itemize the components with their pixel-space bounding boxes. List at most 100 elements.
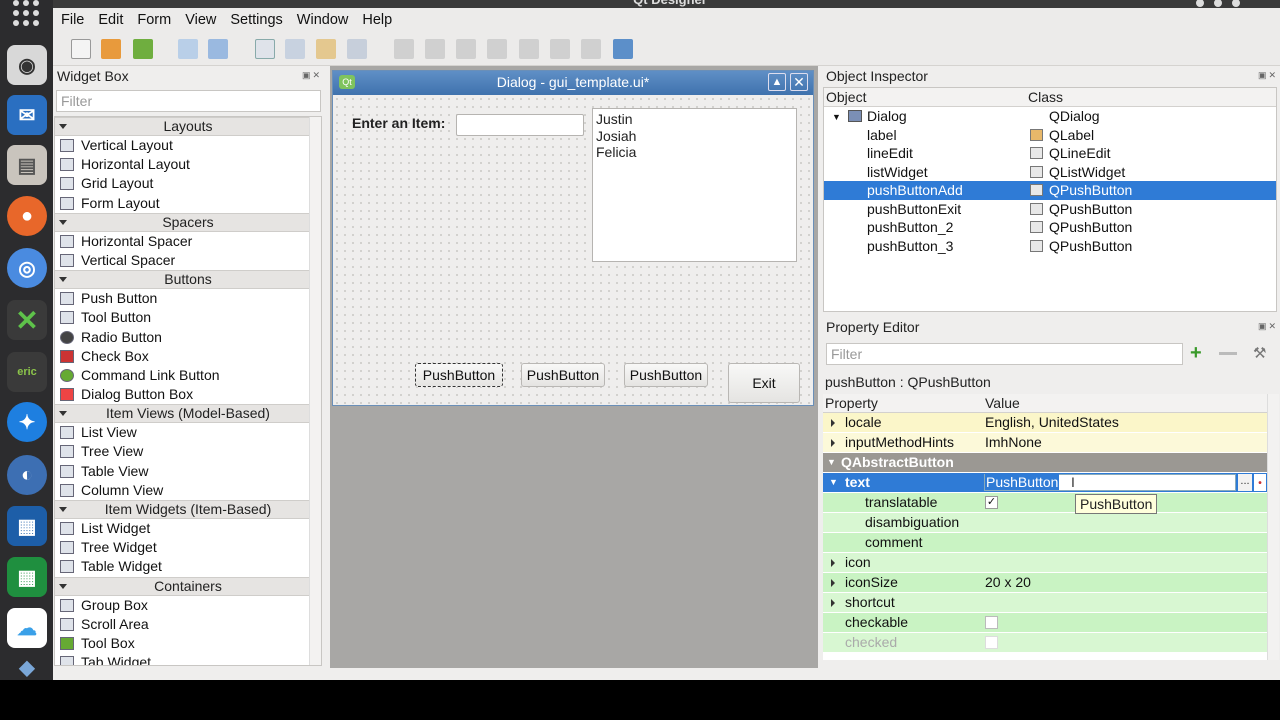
icloud-icon[interactable]: ☁ xyxy=(7,608,47,648)
object-inspector-float-close-icons[interactable]: ▣✕ xyxy=(1258,70,1278,81)
list-item[interactable]: List Widget xyxy=(55,519,321,538)
push-button-3[interactable]: PushButton xyxy=(624,363,708,387)
remove-property-icon[interactable] xyxy=(1219,352,1237,355)
send-to-back-icon[interactable] xyxy=(178,39,198,59)
layout-vertical-icon[interactable] xyxy=(425,39,445,59)
menu-view[interactable]: View xyxy=(185,12,216,28)
writer-icon[interactable]: ▦ xyxy=(7,506,47,546)
reset-icon[interactable]: • xyxy=(1254,474,1266,491)
property-scrollbar[interactable] xyxy=(1267,394,1279,660)
save-icon[interactable] xyxy=(133,39,153,59)
configure-icon[interactable]: ⚒ xyxy=(1253,344,1266,362)
tree-row[interactable]: listWidget QListWidget xyxy=(824,163,1276,182)
list-item[interactable]: Group Box xyxy=(55,596,321,615)
list-item[interactable]: Tool Box xyxy=(55,634,321,653)
tree-row[interactable]: pushButton_2 QPushButton xyxy=(824,218,1276,237)
list-item[interactable]: List View xyxy=(55,423,321,442)
mail-icon[interactable]: ✉ xyxy=(7,95,47,135)
property-row[interactable]: checked xyxy=(823,633,1267,653)
category-spacers[interactable]: Spacers xyxy=(55,212,321,232)
list-item[interactable]: Felicia xyxy=(596,144,793,161)
list-item[interactable]: Tree View xyxy=(55,442,321,461)
layout-form-icon[interactable] xyxy=(550,39,570,59)
object-inspector-tree[interactable]: Object Class ▼ Dialog QDialog label QLabel … xyxy=(823,87,1277,312)
edit-widgets-icon[interactable] xyxy=(255,39,275,59)
property-row[interactable]: checkable xyxy=(823,613,1267,633)
files-icon[interactable]: ▤ xyxy=(7,145,47,185)
break-layout-icon[interactable] xyxy=(581,39,601,59)
property-table[interactable]: Property Value locale English, UnitedStat… xyxy=(823,394,1267,660)
tree-row[interactable]: lineEdit QLineEdit xyxy=(824,144,1276,163)
property-editor-float-close-icons[interactable]: ▣✕ xyxy=(1258,321,1278,332)
list-item[interactable]: Table View xyxy=(55,462,321,481)
category-item-views[interactable]: Item Views (Model-Based) xyxy=(55,404,321,424)
bring-to-front-icon[interactable] xyxy=(208,39,228,59)
widget-box-float-close-icons[interactable]: ▣✕ xyxy=(302,70,322,81)
layout-v-splitter-icon[interactable] xyxy=(487,39,507,59)
property-row-selected[interactable]: ▼ text PushButton I ... • xyxy=(823,473,1267,493)
checked-checkbox[interactable] xyxy=(985,636,998,649)
screenshot-icon[interactable]: ◉ xyxy=(7,45,47,85)
menu-file[interactable]: File xyxy=(61,12,84,28)
maximize-icon[interactable]: ▲ xyxy=(768,73,786,91)
network-icon[interactable] xyxy=(1196,0,1204,7)
calc-icon[interactable]: ▦ xyxy=(7,557,47,597)
app-grid-icon[interactable] xyxy=(13,0,41,26)
crossover-icon[interactable]: ✕ xyxy=(7,300,47,340)
list-item[interactable]: Radio Button xyxy=(55,328,321,347)
layout-h-splitter-icon[interactable] xyxy=(456,39,476,59)
ellipsis-button[interactable]: ... xyxy=(1238,474,1252,491)
property-group-header[interactable]: ▼ QAbstractButton xyxy=(823,453,1267,473)
menu-help[interactable]: Help xyxy=(362,12,392,28)
exit-button[interactable]: Exit xyxy=(728,363,800,403)
col-property[interactable]: Property xyxy=(825,394,878,412)
stack-icon[interactable]: ◆ xyxy=(7,655,47,679)
list-item[interactable]: Table Widget xyxy=(55,557,321,576)
add-property-icon[interactable]: + xyxy=(1190,342,1202,365)
list-item[interactable]: Check Box xyxy=(55,347,321,366)
edit-signals-slots-icon[interactable] xyxy=(285,39,305,59)
property-row[interactable]: locale English, UnitedStates xyxy=(823,413,1267,433)
widget-box-scrollbar[interactable] xyxy=(309,117,321,665)
list-item[interactable]: Form Layout xyxy=(55,194,321,213)
system-tray[interactable] xyxy=(1186,0,1266,7)
list-item[interactable]: Tree Widget xyxy=(55,538,321,557)
eric-icon[interactable]: eric xyxy=(7,352,47,392)
power-icon[interactable] xyxy=(1232,0,1240,7)
property-row[interactable]: comment xyxy=(823,533,1267,553)
col-class[interactable]: Class xyxy=(1028,88,1063,106)
list-item[interactable]: Column View xyxy=(55,481,321,500)
adjust-size-icon[interactable] xyxy=(613,39,633,59)
category-item-widgets[interactable]: Item Widgets (Item-Based) xyxy=(55,500,321,519)
property-row[interactable]: icon xyxy=(823,553,1267,573)
list-item[interactable]: Scroll Area xyxy=(55,615,321,634)
col-value[interactable]: Value xyxy=(985,394,1020,412)
push-button-add[interactable]: PushButton xyxy=(415,363,503,387)
tree-row-selected[interactable]: pushButtonAdd QPushButton xyxy=(824,181,1276,200)
list-item[interactable]: Horizontal Layout xyxy=(55,155,321,174)
item-line-edit[interactable] xyxy=(456,114,584,136)
edit-tab-order-icon[interactable] xyxy=(347,39,367,59)
tree-row[interactable]: pushButton_3 QPushButton xyxy=(824,237,1276,256)
property-filter-input[interactable]: Filter xyxy=(826,343,1183,365)
list-item[interactable]: Dialog Button Box xyxy=(55,385,321,404)
list-item[interactable]: Josiah xyxy=(596,128,793,145)
list-item[interactable]: Vertical Spacer xyxy=(55,251,321,270)
property-row[interactable]: inputMethodHints ImhNone xyxy=(823,433,1267,453)
property-row[interactable]: translatable ✓ xyxy=(823,493,1267,513)
chromium-icon[interactable]: ◎ xyxy=(7,248,47,288)
list-item[interactable]: Tool Button xyxy=(55,308,321,327)
earth-icon[interactable]: ◐ xyxy=(7,455,47,495)
property-row[interactable]: shortcut xyxy=(823,593,1267,613)
list-item[interactable]: Command Link Button xyxy=(55,366,321,385)
list-item[interactable]: Vertical Layout xyxy=(55,136,321,155)
list-item[interactable]: Horizontal Spacer xyxy=(55,232,321,251)
tree-row[interactable]: pushButtonExit QPushButton xyxy=(824,200,1276,219)
new-form-icon[interactable] xyxy=(71,39,91,59)
list-item[interactable]: Justin xyxy=(596,111,793,128)
dialog-title-bar[interactable]: Qt Dialog - gui_template.ui* ▲ ✕ xyxy=(333,71,813,95)
tree-row[interactable]: label QLabel xyxy=(824,126,1276,145)
category-layouts[interactable]: Layouts xyxy=(55,117,321,136)
push-button-2[interactable]: PushButton xyxy=(521,363,605,387)
widget-box-list[interactable]: Layouts Vertical Layout Horizontal Layou… xyxy=(54,116,322,666)
